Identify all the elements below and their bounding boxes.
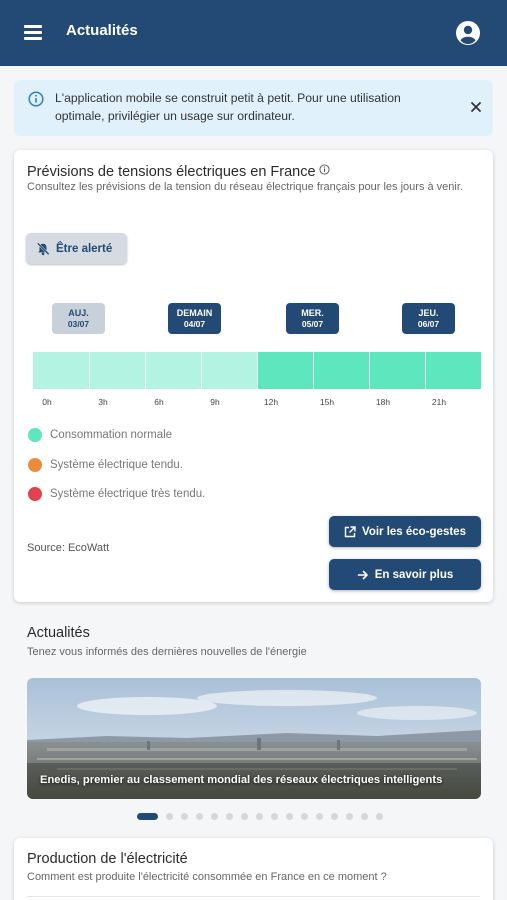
banner-text: L'application mobile se construit petit … bbox=[55, 91, 401, 123]
timeline-divider bbox=[145, 352, 146, 389]
carousel-dot[interactable] bbox=[196, 812, 203, 820]
day-tab-label: JEU. bbox=[418, 308, 439, 318]
alert-button-label: Être alerté bbox=[56, 242, 113, 255]
carousel-dot[interactable] bbox=[361, 812, 368, 820]
hour-label: 12h bbox=[263, 397, 279, 407]
hour-label: 0h bbox=[42, 397, 52, 407]
hour-label: 18h bbox=[375, 397, 391, 407]
carousel-dot[interactable] bbox=[331, 812, 338, 820]
account-circle-icon[interactable] bbox=[455, 20, 481, 46]
forecast-title-text: Prévisions de tensions électriques en Fr… bbox=[27, 164, 316, 180]
learn-more-button[interactable]: En savoir plus bbox=[329, 559, 481, 590]
hour-label: 15h bbox=[319, 397, 335, 407]
carousel-dot[interactable] bbox=[166, 812, 173, 820]
carousel-dot[interactable] bbox=[137, 812, 158, 820]
production-card: Production de l'électricité Comment est … bbox=[14, 838, 493, 900]
day-tab-wednesday[interactable]: MER. 05/07 bbox=[286, 303, 339, 334]
forecast-subtitle: Consultez les prévisions de la tension d… bbox=[27, 181, 463, 193]
day-tab-today[interactable]: AUJ. 03/07 bbox=[52, 303, 105, 334]
carousel-pagination bbox=[137, 812, 391, 820]
carousel-dot[interactable] bbox=[316, 812, 323, 820]
eco-button-label: Voir les éco-gestes bbox=[362, 525, 466, 538]
info-banner: L'application mobile se construit petit … bbox=[14, 80, 493, 136]
news-caption: Enedis, premier au classement mondial de… bbox=[40, 774, 443, 786]
timeline-divider bbox=[257, 352, 258, 389]
timeline-segment bbox=[313, 352, 369, 389]
day-tab-label: MER. bbox=[301, 308, 324, 318]
carousel-dot[interactable] bbox=[286, 812, 293, 820]
notifications-off-icon bbox=[36, 242, 50, 255]
legend-dot bbox=[28, 458, 42, 472]
tension-timeline bbox=[33, 352, 481, 389]
timeline-divider bbox=[89, 352, 90, 389]
info-icon[interactable] bbox=[319, 163, 330, 179]
source-text: Source: EcoWatt bbox=[27, 542, 110, 554]
arrow-right-icon bbox=[357, 570, 368, 579]
carousel-dot[interactable] bbox=[376, 812, 383, 820]
legend-item-tense: Système électrique tendu. bbox=[28, 458, 183, 472]
production-title: Production de l'électricité bbox=[27, 851, 188, 867]
timeline-segment bbox=[257, 352, 313, 389]
carousel-dot[interactable] bbox=[271, 812, 278, 820]
legend-label: Système électrique très tendu. bbox=[50, 488, 206, 500]
carousel-dot[interactable] bbox=[211, 812, 218, 820]
open-in-new-icon bbox=[344, 525, 356, 537]
forecast-card: Prévisions de tensions électriques en Fr… bbox=[14, 150, 493, 602]
hour-label: 9h bbox=[210, 397, 220, 407]
legend-label: Consommation normale bbox=[50, 429, 173, 441]
day-tab-label: AUJ. bbox=[68, 308, 89, 318]
close-icon[interactable] bbox=[470, 100, 482, 112]
more-button-label: En savoir plus bbox=[374, 568, 454, 581]
day-tab-thursday[interactable]: JEU. 06/07 bbox=[402, 303, 455, 334]
hour-label: 6h bbox=[154, 397, 164, 407]
timeline-segment bbox=[33, 352, 89, 389]
legend-item-very-tense: Système électrique très tendu. bbox=[28, 487, 205, 501]
timeline-divider bbox=[425, 352, 426, 389]
app-bar: Actualités bbox=[0, 0, 507, 66]
timeline-divider bbox=[369, 352, 370, 389]
production-subtitle: Comment est produite l'électricité conso… bbox=[27, 871, 387, 883]
hour-label: 21h bbox=[431, 397, 447, 407]
timeline-segment bbox=[369, 352, 425, 389]
news-carousel-item[interactable]: Enedis, premier au classement mondial de… bbox=[27, 678, 481, 799]
legend-dot bbox=[28, 487, 42, 501]
page-title: Actualités bbox=[66, 22, 138, 39]
timeline-divider bbox=[201, 352, 202, 389]
carousel-dot[interactable] bbox=[241, 812, 248, 820]
legend-dot bbox=[28, 428, 42, 442]
info-icon bbox=[28, 91, 44, 107]
carousel-dot[interactable] bbox=[226, 812, 233, 820]
day-tab-date: 04/07 bbox=[183, 319, 206, 329]
timeline-segment bbox=[145, 352, 201, 389]
news-section-title: Actualités bbox=[27, 625, 90, 641]
eco-gestures-button[interactable]: Voir les éco-gestes bbox=[329, 516, 481, 547]
hamburger-menu-icon[interactable] bbox=[24, 25, 42, 40]
day-tab-date: 03/07 bbox=[67, 319, 90, 329]
carousel-dot[interactable] bbox=[301, 812, 308, 820]
carousel-dot[interactable] bbox=[256, 812, 263, 820]
day-tab-label: DEMAIN bbox=[176, 308, 213, 318]
divider bbox=[27, 896, 480, 897]
day-tab-date: 06/07 bbox=[417, 319, 440, 329]
timeline-segment bbox=[89, 352, 145, 389]
timeline-divider bbox=[313, 352, 314, 389]
news-section-subtitle: Tenez vous informés des dernières nouvel… bbox=[27, 646, 307, 658]
timeline-segment bbox=[201, 352, 257, 389]
carousel-dot[interactable] bbox=[346, 812, 353, 820]
day-tab-tomorrow[interactable]: DEMAIN 04/07 bbox=[168, 303, 221, 334]
timeline-segment bbox=[425, 352, 481, 389]
carousel-dot[interactable] bbox=[181, 812, 188, 820]
alert-button[interactable]: Être alerté bbox=[26, 233, 127, 264]
legend-label: Système électrique tendu. bbox=[50, 459, 183, 471]
legend-item-normal: Consommation normale bbox=[28, 428, 172, 442]
forecast-title: Prévisions de tensions électriques en Fr… bbox=[27, 163, 330, 180]
hour-label: 3h bbox=[98, 397, 108, 407]
day-tab-date: 05/07 bbox=[301, 319, 324, 329]
